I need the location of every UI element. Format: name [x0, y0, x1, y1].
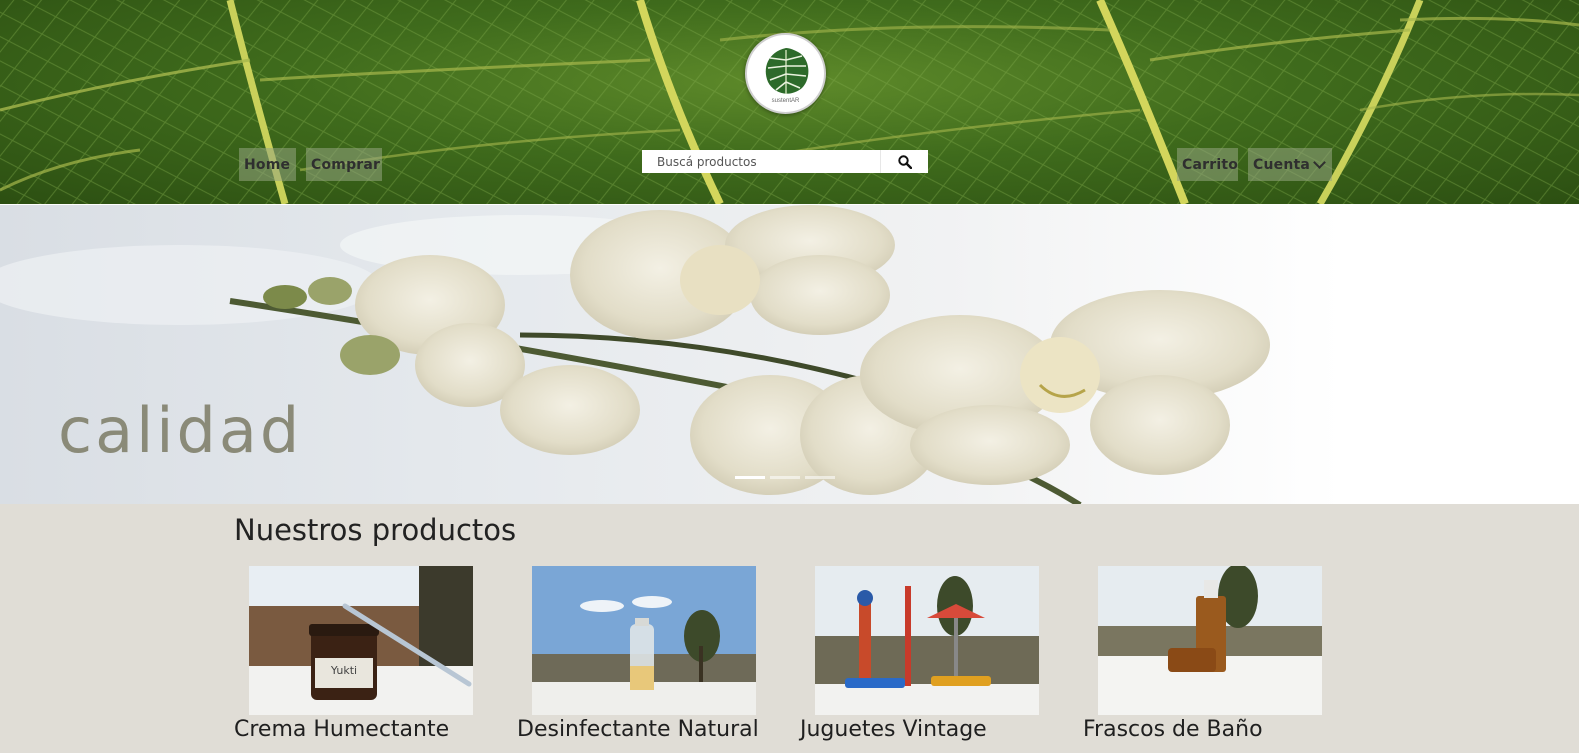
hero-caption: calidad — [58, 394, 303, 467]
search-icon — [897, 154, 912, 169]
carousel-indicator-1[interactable] — [735, 476, 765, 479]
nav-carrito[interactable]: Carrito — [1177, 148, 1238, 181]
nav-cuenta-dropdown[interactable]: Cuenta — [1248, 148, 1332, 181]
search-bar — [642, 150, 928, 173]
chevron-down-icon — [1313, 155, 1326, 169]
product-name[interactable]: Juguetes Vintage — [800, 717, 1062, 742]
product-card[interactable]: Desinfectante Natural — [517, 566, 779, 742]
nav-cuenta-label: Cuenta — [1253, 156, 1311, 173]
site-header: sustentAR Home Comprar Carrito Cuenta — [0, 0, 1579, 204]
carousel-indicators — [735, 476, 835, 479]
monstera-leaf-icon — [765, 47, 808, 94]
search-button[interactable] — [880, 150, 928, 173]
logo-text: sustentAR — [771, 97, 800, 104]
product-image-crema[interactable]: Yukti — [249, 566, 473, 715]
product-image-frascos[interactable] — [1098, 566, 1322, 715]
product-card[interactable]: Frascos de Baño — [1083, 566, 1345, 742]
product-name[interactable]: Desinfectante Natural — [517, 717, 779, 742]
svg-text:Yukti: Yukti — [330, 664, 357, 677]
product-name[interactable]: Crema Humectante — [234, 717, 496, 742]
product-name[interactable]: Frascos de Baño — [1083, 717, 1345, 742]
site-logo[interactable]: sustentAR — [745, 33, 826, 114]
product-image-juguetes[interactable] — [815, 566, 1039, 715]
carousel-indicator-2[interactable] — [770, 476, 800, 479]
nav-comprar[interactable]: Comprar — [306, 148, 382, 181]
product-image-desinfectante[interactable] — [532, 566, 756, 715]
product-card[interactable]: Yukti Crema Humectante — [234, 566, 496, 742]
section-title: Nuestros productos — [234, 513, 517, 547]
nav-home[interactable]: Home — [239, 148, 296, 181]
search-input[interactable] — [642, 150, 880, 173]
product-card[interactable]: Juguetes Vintage — [800, 566, 1062, 742]
carousel-indicator-3[interactable] — [805, 476, 835, 479]
